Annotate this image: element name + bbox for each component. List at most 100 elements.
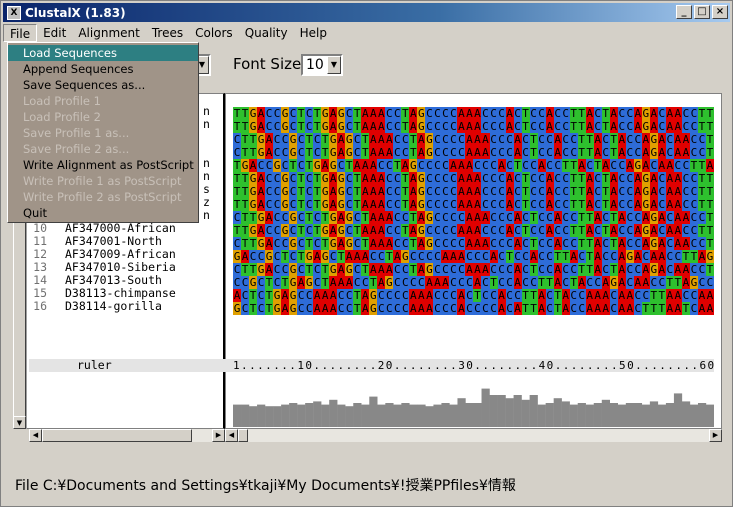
sequence-row[interactable]: ACTCTGAGCCAAACCTAGCCCCAAACCCACTCCACCTTAC… xyxy=(233,289,714,302)
scroll-right-arrow-icon[interactable]: ▶ xyxy=(212,429,225,442)
sequence-row[interactable]: CTTGACCGCTCTGAGCTAAACCTAGCCCCAAACCCACTCC… xyxy=(233,237,714,250)
sequence-row[interactable]: GACCGCTCTGAGCTAAACCTAGCCCCAAACCCACTCCACC… xyxy=(233,250,714,263)
menu-file[interactable]: File xyxy=(3,23,38,42)
sequence-row[interactable]: GCTCTGAGCCAAACCTAGCCCCAAACCCACCCCACATTAC… xyxy=(233,302,714,315)
menu-help[interactable]: Help xyxy=(294,24,333,42)
histogram-bar xyxy=(401,403,410,427)
sequence-row[interactable]: TTGACCGCTCTGAGCTAAACCTAGCCCCAAACCCACTCCA… xyxy=(233,107,714,120)
scrollbar-thumb[interactable] xyxy=(238,429,248,442)
menu-bar: File Edit Alignment Trees Colors Quality… xyxy=(3,23,730,42)
sequence-row[interactable]: CTTGACCGCTCTGAGCTAAACCTAGCCCCAAACCCACTCC… xyxy=(233,146,714,159)
histogram-bar xyxy=(385,403,394,427)
title-bar[interactable]: X ClustalX (1.83) _ □ × xyxy=(3,3,730,22)
font-size-value: 10 xyxy=(306,57,324,73)
histogram-bar xyxy=(369,396,378,427)
histogram-bar xyxy=(441,403,450,427)
histogram-bar xyxy=(465,403,474,427)
file-menu-item-load-profile-2: Load Profile 2 xyxy=(23,110,101,124)
histogram-bar xyxy=(409,404,418,427)
histogram-bar xyxy=(449,404,458,427)
histogram-bar xyxy=(353,403,362,427)
names-horizontal-scrollbar[interactable]: ◀ ▶ xyxy=(29,429,225,442)
histogram-bar xyxy=(337,404,346,427)
file-menu-item-save-sequences-as[interactable]: Save Sequences as... xyxy=(8,77,198,93)
file-menu-item-save-profile-2-as: Save Profile 2 as... xyxy=(23,142,130,156)
histogram-bar xyxy=(489,395,498,427)
menu-quality[interactable]: Quality xyxy=(239,24,294,42)
histogram-bar xyxy=(265,406,274,427)
menu-trees[interactable]: Trees xyxy=(146,24,189,42)
histogram-bar xyxy=(521,399,530,427)
sequence-row[interactable]: CTTGACCGCTCTGAGCTAAACCTAGCCCCAAACCCACTCC… xyxy=(233,263,714,276)
sequence-row[interactable]: TTGACCGCTCTGAGCTAAACCTAGCCCCAAACCCACTCCA… xyxy=(233,172,714,185)
histogram-bar xyxy=(393,404,402,427)
sequence-alignment[interactable]: TTGACCGCTCTGAGCTAAACCTAGCCCCAAACCCACTCCA… xyxy=(233,107,714,315)
scrollbar-thumb[interactable] xyxy=(42,429,192,442)
sequence-name-row[interactable]: 16 D38114-gorilla xyxy=(29,300,223,313)
histogram-bar xyxy=(665,403,675,427)
scroll-left-arrow-icon[interactable]: ◀ xyxy=(225,429,238,442)
histogram-bar xyxy=(609,403,618,427)
histogram-bar xyxy=(361,404,370,427)
histogram-bar xyxy=(497,395,506,427)
histogram-bar xyxy=(705,404,714,427)
file-menu-item-append-sequences[interactable]: Append Sequences xyxy=(8,61,198,77)
histogram-bar xyxy=(561,401,570,427)
menu-edit[interactable]: Edit xyxy=(37,24,72,42)
scroll-down-arrow-icon[interactable]: ▼ xyxy=(13,416,26,429)
font-size-select[interactable]: 10 ▼ xyxy=(301,54,343,76)
histogram-bar xyxy=(241,404,250,427)
scroll-right-arrow-icon[interactable]: ▶ xyxy=(709,429,722,442)
histogram-bar xyxy=(513,395,522,427)
file-menu-item-load-sequences[interactable]: Load Sequences xyxy=(8,45,198,61)
app-icon: X xyxy=(7,5,21,20)
close-button[interactable]: × xyxy=(712,5,728,19)
minimize-button[interactable]: _ xyxy=(676,5,692,19)
histogram-bar xyxy=(425,406,434,427)
menu-alignment[interactable]: Alignment xyxy=(72,24,145,42)
histogram-bar xyxy=(649,401,659,427)
quality-histogram xyxy=(233,388,714,427)
histogram-bar xyxy=(657,404,667,427)
histogram-bar xyxy=(617,404,627,427)
histogram-bar xyxy=(289,403,298,427)
file-menu-item-write-profile-1-as-postscript: Write Profile 1 as PostScript xyxy=(23,174,182,188)
scroll-left-arrow-icon[interactable]: ◀ xyxy=(29,429,42,442)
sequence-name: D38114-gorilla xyxy=(65,299,162,313)
menu-colors[interactable]: Colors xyxy=(189,24,239,42)
sequence-row[interactable]: CTTGACCGCTCTGAGCTAAACCTAGCCCCAAACCCACTCC… xyxy=(233,211,714,224)
status-bar: File C:¥Documents and Settings¥tkaji¥My … xyxy=(15,478,516,494)
histogram-bar xyxy=(473,403,482,427)
maximize-button[interactable]: □ xyxy=(694,5,710,19)
histogram-bar xyxy=(249,406,258,427)
alignment-horizontal-scrollbar[interactable]: ◀ ▶ xyxy=(225,429,722,442)
sequence-row[interactable]: TTGACCGCTCTGAGCTAAACCTAGCCCCAAACCCACTCCA… xyxy=(233,224,714,237)
window-controls: _ □ × xyxy=(676,5,728,19)
file-menu-item-write-alignment-as-postscript[interactable]: Write Alignment as PostScript xyxy=(8,157,198,173)
sequence-row[interactable]: CCGCTCTGAGCTAAACCTAGCCCCAAACCCACTCCACCTT… xyxy=(233,276,714,289)
histogram-bar xyxy=(433,404,442,427)
ruler-label: ruler xyxy=(77,358,112,372)
histogram-bar xyxy=(297,404,306,427)
histogram-bar xyxy=(625,403,635,427)
histogram-bar xyxy=(641,404,651,427)
histogram-bar xyxy=(577,403,586,427)
sequence-row[interactable]: TTGACCGCTCTGAGCTAAACCTAGCCCCAAACCCACTCCA… xyxy=(233,185,714,198)
file-menu-item-quit[interactable]: Quit xyxy=(8,205,198,221)
sequence-row[interactable]: CTTGACCGCTCTGAGCTAAACCTAGCCCCAAACCCACTCC… xyxy=(233,133,714,146)
window-title: ClustalX (1.83) xyxy=(25,5,126,20)
sequence-row[interactable]: TTGACCGCTCTGAGCTAAACCTAGCCCCAAACCCACTCCA… xyxy=(233,198,714,211)
histogram-bar xyxy=(233,404,242,427)
histogram-bar xyxy=(681,401,691,427)
histogram-bar xyxy=(697,403,707,427)
chevron-down-icon[interactable]: ▼ xyxy=(327,56,341,74)
sequence-row[interactable]: TTGACCGCTCTGAGCTAAACCTAGCCCCAAACCCACTCCA… xyxy=(233,120,714,133)
histogram-bar xyxy=(553,398,562,427)
histogram-bar xyxy=(273,406,282,427)
histogram-bar xyxy=(601,399,610,427)
sequence-row[interactable]: TGACCGCTCTGAGCTAAACCTAGCCCCAAACCCACTCCAC… xyxy=(233,159,714,172)
histogram-bar xyxy=(569,404,578,427)
font-size-label: Font Size: xyxy=(233,55,307,73)
sequence-number: 16 xyxy=(33,299,47,313)
histogram-bar xyxy=(257,404,266,427)
